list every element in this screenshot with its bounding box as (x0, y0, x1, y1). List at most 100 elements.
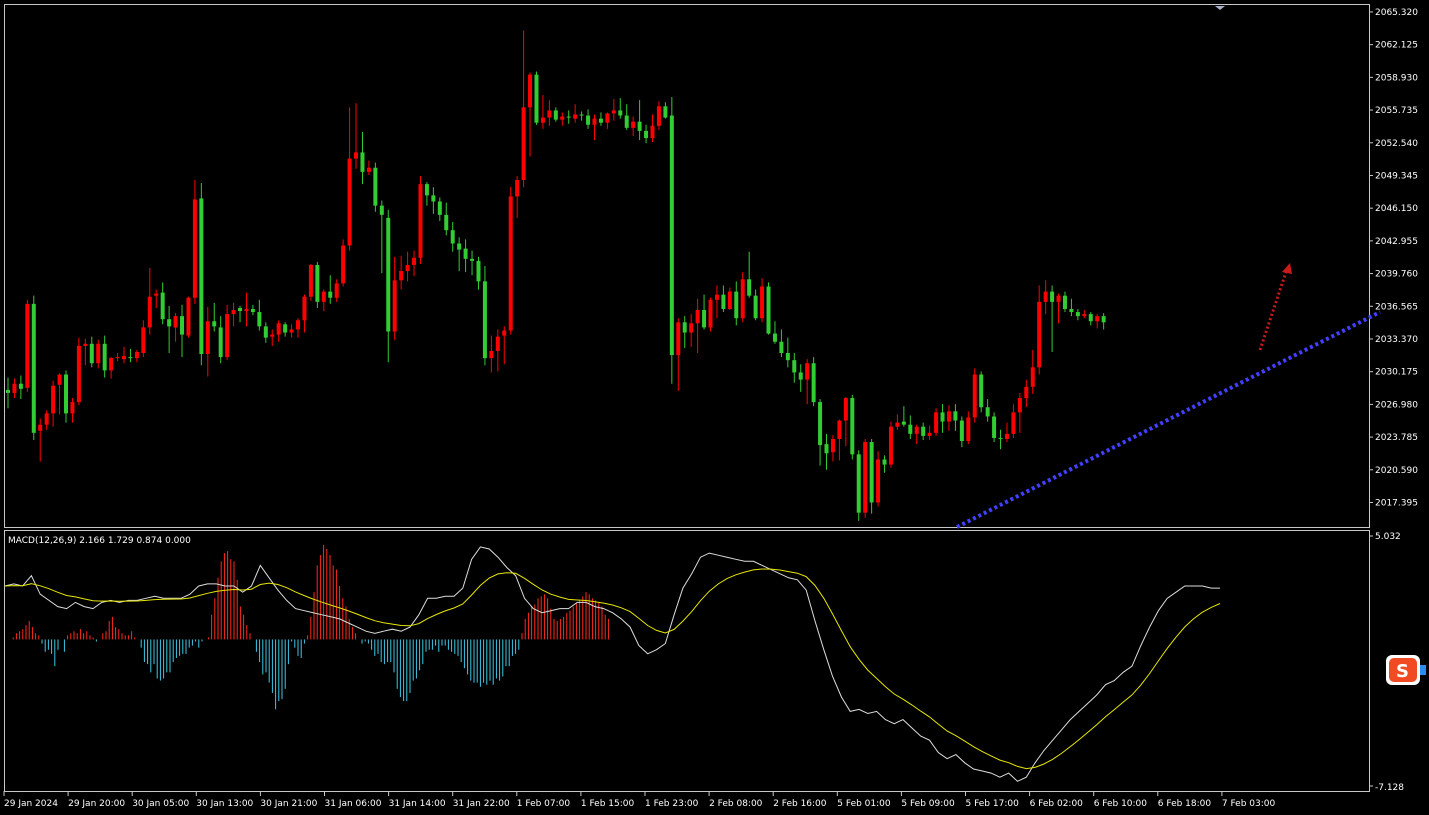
candle-body (850, 398, 855, 455)
candle-body (502, 330, 507, 336)
candle (669, 97, 674, 384)
candle-body (115, 357, 120, 359)
candle-body (721, 294, 726, 309)
candle-body (553, 110, 558, 120)
candle-body (1050, 291, 1055, 302)
trading-terminal: 2065.320 2062.125 2058.930 2055.735 2052.540… (0, 0, 1429, 815)
candle (811, 357, 816, 407)
candle-body (579, 114, 584, 116)
candle-body (528, 74, 533, 108)
candle-body (650, 125, 655, 139)
candle-body (1004, 433, 1009, 439)
candle-body (321, 291, 326, 302)
candle-body (914, 426, 919, 434)
candle-body (792, 360, 797, 373)
candle-body (921, 426, 926, 436)
candle-body (605, 113, 610, 123)
candle-body (740, 279, 745, 319)
candle-body (547, 110, 552, 118)
time-axis-label: 30 Jan 05:00 (132, 799, 189, 809)
price-axis-label: 2030.175 (1375, 368, 1418, 378)
candle-body (560, 116, 565, 120)
candle (534, 71, 539, 125)
candle-body (270, 334, 275, 337)
price-axis-label: 2052.540 (1375, 139, 1418, 149)
candle-body (51, 385, 56, 414)
candle-body (534, 74, 539, 123)
candle-body (669, 115, 674, 356)
candle-body (238, 307, 243, 312)
candle-body (225, 314, 230, 358)
candle-body (6, 389, 10, 393)
sogou-ime-badge-icon[interactable]: S (1386, 655, 1426, 685)
candle-body (644, 130, 649, 139)
time-axis-label: 29 Jan 20:00 (68, 799, 125, 809)
candle (850, 394, 855, 460)
candle (934, 408, 939, 436)
candle-body (96, 343, 101, 364)
candle-body (70, 402, 75, 414)
time-axis-label: 1 Feb 15:00 (581, 799, 635, 809)
candle (31, 295, 36, 440)
candle-body (637, 121, 642, 131)
time-axis-label: 7 Feb 03:00 (1222, 799, 1276, 809)
time-axis-label: 2 Feb 16:00 (773, 799, 827, 809)
candle-body (1088, 314, 1093, 322)
candle-body (89, 343, 94, 364)
macd-label: MACD(12,26,9) 2.166 1.729 0.874 0.000 (8, 536, 191, 546)
candle-body (122, 356, 127, 360)
candle (888, 421, 893, 468)
candle-body (663, 106, 668, 118)
candle-body (373, 167, 378, 206)
candle-body (959, 420, 964, 442)
time-axis-label: 5 Feb 01:00 (837, 799, 891, 809)
candle-body (495, 336, 500, 351)
candle-body (186, 297, 191, 336)
candle-body (64, 374, 69, 414)
candle-body (212, 321, 217, 327)
candle-body (540, 117, 545, 123)
candle-body (173, 316, 178, 328)
price-axis-label: 2042.955 (1375, 237, 1418, 247)
candle-body (824, 444, 829, 454)
price-axis-label: 2017.395 (1375, 498, 1418, 508)
candle-body (586, 115, 591, 125)
candle-body (1062, 295, 1067, 309)
candle-body (1095, 316, 1100, 322)
candle-body (992, 416, 997, 438)
candle-body (689, 323, 694, 333)
candle-body (457, 243, 462, 250)
candle-body (347, 158, 352, 246)
candle (863, 438, 868, 518)
candle-body (334, 283, 339, 298)
candle-body (656, 106, 661, 126)
candle-body (953, 411, 958, 421)
candle-body (592, 118, 597, 125)
time-axis-label: 6 Feb 10:00 (1094, 799, 1148, 809)
candle-body (631, 121, 636, 128)
candle-body (76, 345, 81, 403)
candle-body (354, 152, 359, 159)
svg-text:S: S (1396, 661, 1409, 682)
candle-body (1043, 291, 1048, 302)
candle (76, 337, 81, 406)
candle-body (1082, 314, 1087, 317)
candle-body (412, 257, 417, 265)
price-axis-label: 2020.590 (1375, 466, 1418, 476)
candle-body (147, 296, 152, 328)
candle-body (624, 115, 629, 128)
candle-body (521, 107, 526, 181)
candle-body (102, 343, 107, 371)
candle-body (798, 372, 803, 380)
price-axis-label: 2055.735 (1375, 106, 1418, 116)
candle-body (392, 280, 397, 332)
candle-body (154, 293, 159, 296)
candle-body (895, 422, 900, 427)
candle-body (192, 199, 197, 298)
candle-body (263, 326, 268, 338)
candle-body (573, 114, 578, 119)
candle-body (785, 353, 790, 361)
candle (508, 187, 513, 335)
price-axis-label: 2058.930 (1375, 73, 1418, 83)
candle-body (1037, 301, 1042, 368)
